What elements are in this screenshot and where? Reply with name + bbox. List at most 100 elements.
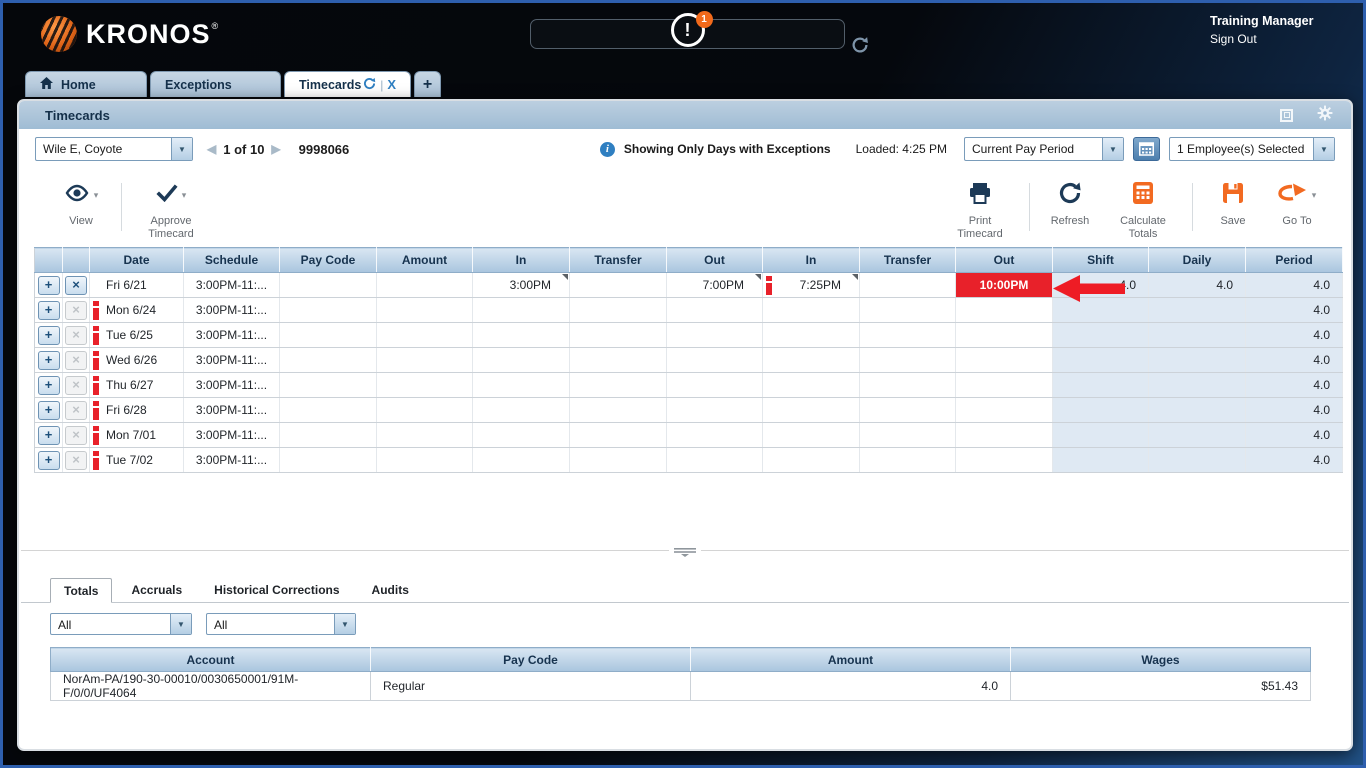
in-cell[interactable] (762, 297, 860, 323)
pay-code-cell[interactable] (279, 347, 377, 373)
in-cell[interactable] (762, 447, 860, 473)
out-cell[interactable] (666, 297, 763, 323)
out-cell[interactable] (666, 322, 763, 348)
out-cell[interactable] (955, 447, 1053, 473)
out-cell[interactable] (955, 297, 1053, 323)
out-cell[interactable] (666, 447, 763, 473)
out-cell[interactable] (955, 397, 1053, 423)
amount-cell[interactable] (376, 297, 473, 323)
calendar-button[interactable] (1133, 137, 1160, 161)
delete-row-button[interactable]: × (65, 275, 87, 295)
goto-button[interactable]: ▾ Go To (1273, 181, 1321, 228)
amount-cell[interactable] (376, 397, 473, 423)
transfer-cell[interactable] (569, 447, 667, 473)
pay-code-cell[interactable] (279, 322, 377, 348)
pay-code-cell[interactable] (279, 297, 377, 323)
detail-tab-audits[interactable]: Audits (359, 577, 422, 602)
pay-period-select[interactable]: Current Pay Period ▼ (964, 137, 1124, 161)
in-cell[interactable] (762, 422, 860, 448)
in-cell[interactable]: 3:00PM (472, 272, 570, 298)
pay-code-cell[interactable] (279, 447, 377, 473)
add-row-button[interactable]: + (37, 425, 60, 445)
transfer-cell[interactable] (859, 297, 956, 323)
transfer-cell[interactable] (859, 447, 956, 473)
tab-close-icon[interactable]: X (387, 77, 396, 92)
out-cell[interactable] (666, 372, 763, 398)
in-cell[interactable]: 7:25PM (762, 272, 860, 298)
topbar-refresh-icon[interactable] (851, 36, 869, 59)
in-cell[interactable] (762, 397, 860, 423)
employees-selected-select[interactable]: 1 Employee(s) Selected ▼ (1169, 137, 1335, 161)
employee-select[interactable]: Wile E, Coyote ▼ (35, 137, 193, 161)
gear-icon[interactable] (1317, 105, 1333, 126)
add-row-button[interactable]: + (37, 400, 60, 420)
out-cell[interactable]: 10:00PM (955, 272, 1053, 298)
maximize-icon[interactable] (1280, 108, 1293, 122)
refresh-button[interactable]: Refresh (1046, 181, 1094, 228)
account-filter-select[interactable]: All ▼ (50, 613, 192, 635)
tab-home[interactable]: Home (25, 71, 147, 97)
pay-code-cell[interactable] (279, 272, 377, 298)
out-cell[interactable] (666, 422, 763, 448)
amount-cell[interactable] (376, 447, 473, 473)
add-row-button[interactable]: + (37, 375, 60, 395)
amount-cell[interactable] (376, 272, 473, 298)
splitter-handle[interactable] (669, 546, 701, 558)
amount-cell[interactable] (376, 322, 473, 348)
out-cell[interactable] (955, 372, 1053, 398)
out-cell[interactable]: 7:00PM (666, 272, 763, 298)
in-cell[interactable] (762, 347, 860, 373)
pay-code-cell[interactable] (279, 372, 377, 398)
transfer-cell[interactable] (859, 372, 956, 398)
sign-out-link[interactable]: Sign Out (1210, 32, 1314, 46)
add-row-button[interactable]: + (37, 300, 60, 320)
in-cell[interactable] (472, 447, 570, 473)
transfer-cell[interactable] (569, 347, 667, 373)
transfer-cell[interactable] (569, 272, 667, 298)
save-button[interactable]: Save (1209, 181, 1257, 228)
paycode-filter-select[interactable]: All ▼ (206, 613, 356, 635)
transfer-cell[interactable] (859, 322, 956, 348)
add-row-button[interactable]: + (37, 450, 60, 470)
calculate-totals-button[interactable]: Calculate Totals (1110, 181, 1176, 241)
add-row-button[interactable]: + (37, 275, 60, 295)
detail-tab-totals[interactable]: Totals (50, 578, 113, 603)
transfer-cell[interactable] (859, 272, 956, 298)
amount-cell[interactable] (376, 422, 473, 448)
in-cell[interactable] (762, 372, 860, 398)
transfer-cell[interactable] (859, 397, 956, 423)
out-cell[interactable] (955, 347, 1053, 373)
amount-cell[interactable] (376, 347, 473, 373)
transfer-cell[interactable] (569, 322, 667, 348)
add-row-button[interactable]: + (37, 325, 60, 345)
transfer-cell[interactable] (859, 347, 956, 373)
prev-employee-button[interactable]: ◀ (207, 142, 216, 156)
detail-tab-accruals[interactable]: Accruals (118, 577, 195, 602)
transfer-cell[interactable] (859, 422, 956, 448)
pay-code-cell[interactable] (279, 422, 377, 448)
view-button[interactable]: ▾ View (57, 181, 105, 228)
out-cell[interactable] (955, 322, 1053, 348)
tab-exceptions[interactable]: Exceptions (150, 71, 281, 97)
transfer-cell[interactable] (569, 372, 667, 398)
transfer-cell[interactable] (569, 297, 667, 323)
transfer-cell[interactable] (569, 397, 667, 423)
amount-cell[interactable] (376, 372, 473, 398)
in-cell[interactable] (472, 422, 570, 448)
new-tab-button[interactable]: + (414, 71, 441, 97)
add-row-button[interactable]: + (37, 350, 60, 370)
next-employee-button[interactable]: ▶ (271, 142, 280, 156)
out-cell[interactable] (666, 347, 763, 373)
tab-timecards[interactable]: Timecards | X (284, 71, 411, 97)
in-cell[interactable] (472, 322, 570, 348)
in-cell[interactable] (472, 347, 570, 373)
approve-timecard-button[interactable]: ▾ Approve Timecard (138, 181, 204, 241)
tab-refresh-icon[interactable] (363, 77, 376, 93)
in-cell[interactable] (472, 297, 570, 323)
out-cell[interactable] (955, 422, 1053, 448)
pay-code-cell[interactable] (279, 397, 377, 423)
detail-tab-historical-corrections[interactable]: Historical Corrections (201, 577, 352, 602)
in-cell[interactable] (472, 397, 570, 423)
in-cell[interactable] (762, 322, 860, 348)
transfer-cell[interactable] (569, 422, 667, 448)
